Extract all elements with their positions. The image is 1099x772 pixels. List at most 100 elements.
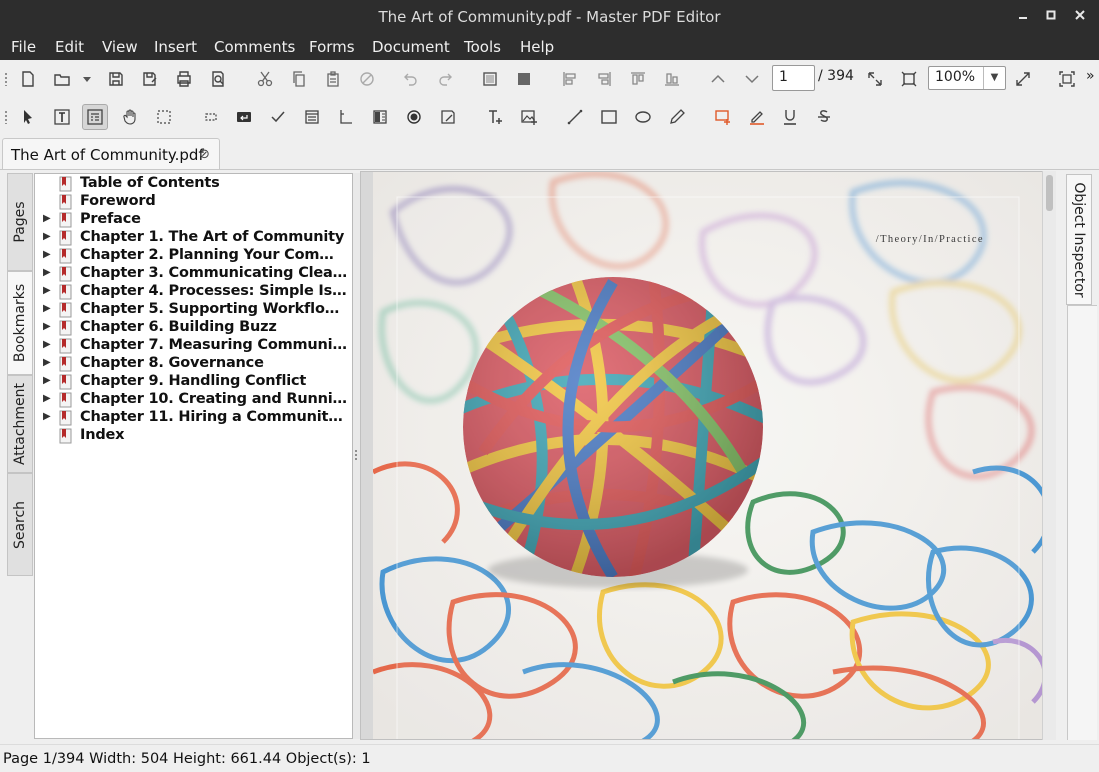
bookmark-item[interactable]: ▶ Chapter 10. Creating and Running Ev… [35,391,352,409]
copy-icon[interactable] [286,66,312,92]
edit-text-icon[interactable] [49,104,75,130]
strikethrough-icon[interactable] [811,104,837,130]
zoom-dropdown-icon[interactable]: ▼ [983,67,1005,89]
toolbar-overflow-icon[interactable]: » [1086,68,1095,84]
menu-edit[interactable]: Edit [55,38,84,56]
menu-file[interactable]: File [11,38,36,56]
save-as-icon[interactable] [137,66,163,92]
listbox-field-icon[interactable] [367,104,393,130]
list-field-icon[interactable] [333,104,359,130]
expand-arrow-icon[interactable]: ▶ [43,249,51,260]
close-tab-icon[interactable]: ⊘ [199,147,210,162]
bookmark-item[interactable]: Index [35,427,352,445]
ellipse-tool-icon[interactable] [630,104,656,130]
pencil-tool-icon[interactable] [664,104,690,130]
expand-arrow-icon[interactable]: ▶ [43,357,51,368]
print-preview-icon[interactable] [205,66,231,92]
panel-splitter[interactable] [353,173,360,739]
expand-arrow-icon[interactable]: ▶ [43,303,51,314]
line-tool-icon[interactable] [562,104,588,130]
delete-icon[interactable] [354,66,380,92]
bookmark-item[interactable]: ▶ Chapter 5. Supporting Workflow wit… [35,301,352,319]
cut-icon[interactable] [252,66,278,92]
save-icon[interactable] [103,66,129,92]
pdf-page[interactable]: /Theory/In/Practice [373,172,1047,739]
expand-arrow-icon[interactable]: ▶ [43,393,51,404]
tab-pages[interactable]: Pages [7,173,33,271]
menu-view[interactable]: View [102,38,138,56]
select-arrow-icon[interactable] [15,104,41,130]
expand-arrow-icon[interactable]: ▶ [43,231,51,242]
edit-forms-icon[interactable] [82,104,108,130]
bring-forward-icon[interactable] [477,66,503,92]
button-field-icon[interactable] [231,104,257,130]
bookmark-item[interactable]: ▶ Chapter 11. Hiring a Community Man… [35,409,352,427]
expand-arrow-icon[interactable]: ▶ [43,339,51,350]
tab-bookmarks[interactable]: Bookmarks [7,271,33,375]
bookmark-item[interactable]: Foreword [35,193,352,211]
select-all-icon[interactable] [1054,66,1080,92]
add-image-icon[interactable] [516,104,542,130]
radio-field-icon[interactable] [401,104,427,130]
expand-arrow-icon[interactable]: ▶ [43,267,51,278]
document-viewer[interactable]: /Theory/In/Practice [360,171,1056,740]
highlight-icon[interactable] [744,104,770,130]
add-note-icon[interactable] [710,104,736,130]
bookmark-item[interactable]: ▶ Chapter 7. Measuring Community [35,337,352,355]
bookmark-item[interactable]: ▶ Chapter 2. Planning Your Community [35,247,352,265]
new-document-icon[interactable] [15,66,41,92]
tab-object-inspector[interactable]: Object Inspector [1066,174,1092,305]
bookmark-item[interactable]: ▶ Chapter 1. The Art of Community [35,229,352,247]
fit-page-icon[interactable] [896,66,922,92]
minimize-icon[interactable] [1013,7,1033,27]
expand-arrow-icon[interactable]: ▶ [43,375,51,386]
bookmark-item[interactable]: ▶ Chapter 4. Processes: Simple Is Sust… [35,283,352,301]
expand-arrow-icon[interactable]: ▶ [43,213,51,224]
expand-arrow-icon[interactable]: ▶ [43,285,51,296]
fullscreen-icon[interactable] [1010,66,1036,92]
underline-icon[interactable] [777,104,803,130]
send-backward-icon[interactable] [511,66,537,92]
bookmark-item[interactable]: Table of Contents [35,175,352,193]
menu-comments[interactable]: Comments [214,38,295,56]
align-top-icon[interactable] [625,66,651,92]
menu-tools[interactable]: Tools [464,38,501,56]
toolbar-grip[interactable] [4,72,8,86]
menu-forms[interactable]: Forms [309,38,355,56]
page-number-input[interactable]: 1 [772,65,815,91]
menu-help[interactable]: Help [520,38,554,56]
scrollbar-thumb[interactable] [1046,175,1053,211]
combobox-field-icon[interactable] [299,104,325,130]
menu-insert[interactable]: Insert [154,38,197,56]
bookmark-item[interactable]: ▶ Chapter 3. Communicating Clearly [35,265,352,283]
open-recent-chevron-icon[interactable] [78,66,96,92]
maximize-icon[interactable] [1041,7,1061,27]
expand-arrow-icon[interactable]: ▶ [43,321,51,332]
tab-search[interactable]: Search [7,473,33,576]
previous-page-icon[interactable] [705,66,731,92]
paste-icon[interactable] [320,66,346,92]
rectangle-tool-icon[interactable] [596,104,622,130]
bookmark-item[interactable]: ▶ Chapter 8. Governance [35,355,352,373]
bookmark-item[interactable]: ▶ Chapter 6. Building Buzz [35,319,352,337]
expand-arrow-icon[interactable]: ▶ [43,411,51,422]
next-page-icon[interactable] [739,66,765,92]
vertical-scrollbar[interactable] [1042,171,1056,740]
open-folder-icon[interactable] [49,66,75,92]
bookmark-item[interactable]: ▶ Chapter 9. Handling Conflict [35,373,352,391]
checkbox-field-icon[interactable] [265,104,291,130]
tab-attachment[interactable]: Attachment [7,375,33,473]
document-tab[interactable]: The Art of Community.pdf ⊘ [2,138,220,170]
menu-document[interactable]: Document [372,38,450,56]
align-right-icon[interactable] [591,66,617,92]
redo-icon[interactable] [432,66,458,92]
form-field-icon[interactable] [198,104,224,130]
undo-icon[interactable] [398,66,424,92]
close-icon[interactable] [1070,7,1090,27]
hand-tool-icon[interactable] [117,104,143,130]
toolbar-grip-2[interactable] [4,110,8,124]
crop-select-icon[interactable] [151,104,177,130]
signature-field-icon[interactable] [435,104,461,130]
fit-width-icon[interactable] [862,66,888,92]
zoom-select[interactable]: 100% ▼ [928,66,1006,90]
